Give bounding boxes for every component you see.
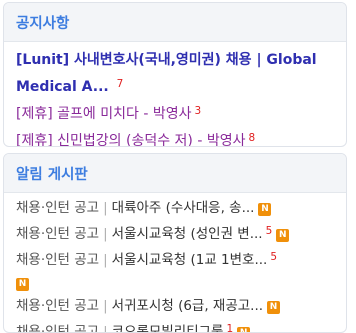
notice-title[interactable]: 공지사항 bbox=[16, 12, 69, 33]
board-post-link[interactable]: 서울시교육청 (1교 1변호... bbox=[112, 252, 268, 268]
comment-count: 8 bbox=[248, 132, 256, 144]
new-badge-icon: N bbox=[267, 301, 281, 314]
board-row: 채용·인턴 공고 | 서울시교육청 (성인권 변... 5 N bbox=[16, 220, 338, 246]
comment-count: 3 bbox=[194, 105, 202, 117]
board-post-link[interactable]: 대륙아주 (수사대응, 송... bbox=[112, 200, 255, 216]
notice-link-lunit-line2: Medical A... bbox=[16, 79, 109, 95]
board-post-link[interactable]: 코오롱모빌리티그룹 bbox=[112, 324, 224, 332]
notice-link-civil-law[interactable]: [제휴] 신민법강의 (송덕수 저) - 박영사 bbox=[16, 133, 245, 146]
new-badge-icon: N bbox=[258, 203, 272, 216]
board-row: 채용·인턴 공고 | 대륙아주 (수사대응, 송... N bbox=[16, 197, 338, 220]
board-category[interactable]: 채용·인턴 공고 bbox=[16, 298, 99, 314]
divider: | bbox=[103, 324, 108, 333]
alert-board-title[interactable]: 알림 게시판 bbox=[16, 163, 88, 184]
notice-item: [제휴] 골프에 미치다 - 박영사 3 bbox=[16, 99, 338, 126]
new-badge-icon: N bbox=[276, 229, 290, 242]
divider: | bbox=[103, 226, 108, 242]
divider: | bbox=[103, 298, 108, 314]
board-row: 채용·인턴 공고 | 서귀포시청 (6급, 재공고... N bbox=[16, 295, 338, 318]
board-post-link[interactable]: 서귀포시청 (6급, 재공고... bbox=[112, 298, 263, 314]
board-category[interactable]: 채용·인턴 공고 bbox=[16, 252, 99, 268]
comment-count: 1 bbox=[226, 323, 234, 333]
board-category[interactable]: 채용·인턴 공고 bbox=[16, 324, 99, 332]
divider: | bbox=[103, 200, 108, 216]
board-category[interactable]: 채용·인턴 공고 bbox=[16, 226, 99, 242]
notice-link-lunit[interactable]: [Lunit] 사내변호사(국내,영미권) 채용 | Global Medica… bbox=[16, 52, 317, 95]
comment-count: 5 bbox=[270, 251, 278, 263]
notice-item: [제휴] 신민법강의 (송덕수 저) - 박영사 8 bbox=[16, 126, 338, 146]
notice-link-lunit-line1: [Lunit] 사내변호사(국내,영미권) 채용 | Global bbox=[16, 52, 317, 68]
alert-board-header: 알림 게시판 bbox=[4, 154, 346, 193]
divider: | bbox=[103, 252, 108, 268]
notice-item: [Lunit] 사내변호사(국내,영미권) 채용 | Global Medica… bbox=[16, 48, 338, 99]
new-badge-icon: N bbox=[237, 327, 251, 332]
board-category[interactable]: 채용·인턴 공고 bbox=[16, 200, 99, 216]
notice-panel-header: 공지사항 bbox=[4, 3, 346, 42]
notice-panel: 공지사항 [Lunit] 사내변호사(국내,영미권) 채용 | Global M… bbox=[3, 2, 347, 147]
board-row: 채용·인턴 공고 | 서울시교육청 (1교 1변호... 5 N bbox=[16, 246, 338, 295]
notice-link-golf[interactable]: [제휴] 골프에 미치다 - 박영사 bbox=[16, 106, 191, 122]
new-badge-icon: N bbox=[16, 278, 29, 291]
board-post-link[interactable]: 서울시교육청 (성인권 변... bbox=[112, 226, 263, 242]
board-row: 채용·인턴 공고 | 코오롱모빌리티그룹 1 N bbox=[16, 318, 338, 333]
alert-board-panel: 알림 게시판 채용·인턴 공고 | 대륙아주 (수사대응, 송... N 채용·인턴 … bbox=[3, 153, 347, 333]
comment-count: 5 bbox=[265, 225, 273, 237]
alert-board-list: 채용·인턴 공고 | 대륙아주 (수사대응, 송... N 채용·인턴 공고 | 서울시교… bbox=[4, 193, 346, 333]
notice-list: [Lunit] 사내변호사(국내,영미권) 채용 | Global Medica… bbox=[4, 42, 346, 146]
comment-count: 7 bbox=[116, 78, 124, 90]
